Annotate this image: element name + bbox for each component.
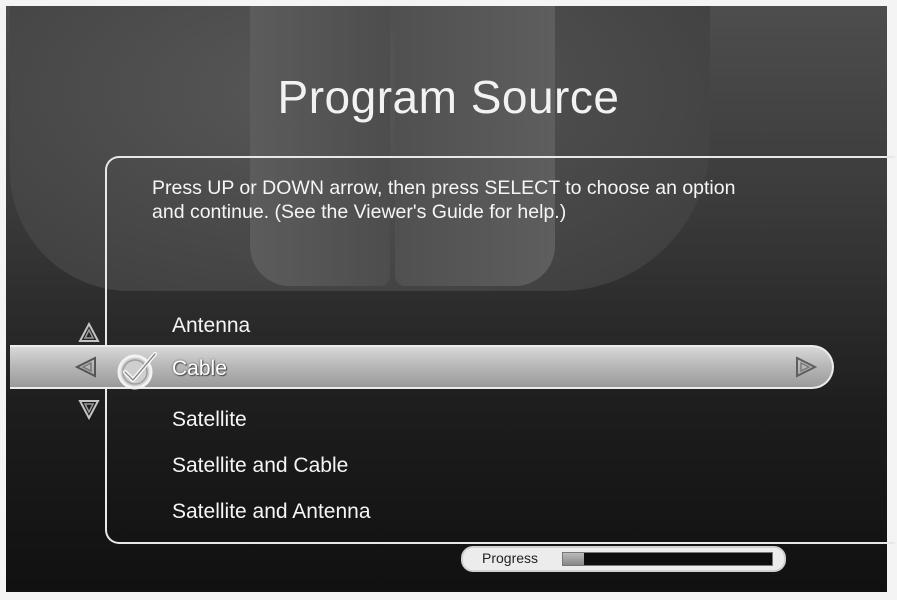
left-arrow-icon[interactable] bbox=[74, 356, 98, 378]
option-satellite-and-cable[interactable]: Satellite and Cable bbox=[172, 454, 348, 478]
checkmark-icon bbox=[117, 352, 157, 390]
down-arrow-icon[interactable] bbox=[78, 398, 100, 420]
setup-screen: Program Source Press UP or DOWN arrow, t… bbox=[0, 0, 897, 600]
option-satellite[interactable]: Satellite bbox=[172, 408, 247, 432]
screen-border-bottom bbox=[0, 592, 897, 600]
progress-bar bbox=[562, 552, 773, 566]
option-cable[interactable]: Cable bbox=[172, 357, 227, 381]
option-satellite-and-antenna[interactable]: Satellite and Antenna bbox=[172, 500, 371, 524]
progress-bar-fill bbox=[563, 553, 584, 565]
option-antenna[interactable]: Antenna bbox=[172, 314, 250, 338]
screen-border-top bbox=[0, 0, 897, 6]
right-arrow-icon[interactable] bbox=[794, 356, 818, 378]
page-title: Program Source bbox=[277, 71, 620, 123]
up-arrow-icon[interactable] bbox=[78, 322, 100, 344]
progress-label: Progress bbox=[482, 550, 539, 566]
instructions-text: Press UP or DOWN arrow, then press SELEC… bbox=[152, 177, 736, 223]
